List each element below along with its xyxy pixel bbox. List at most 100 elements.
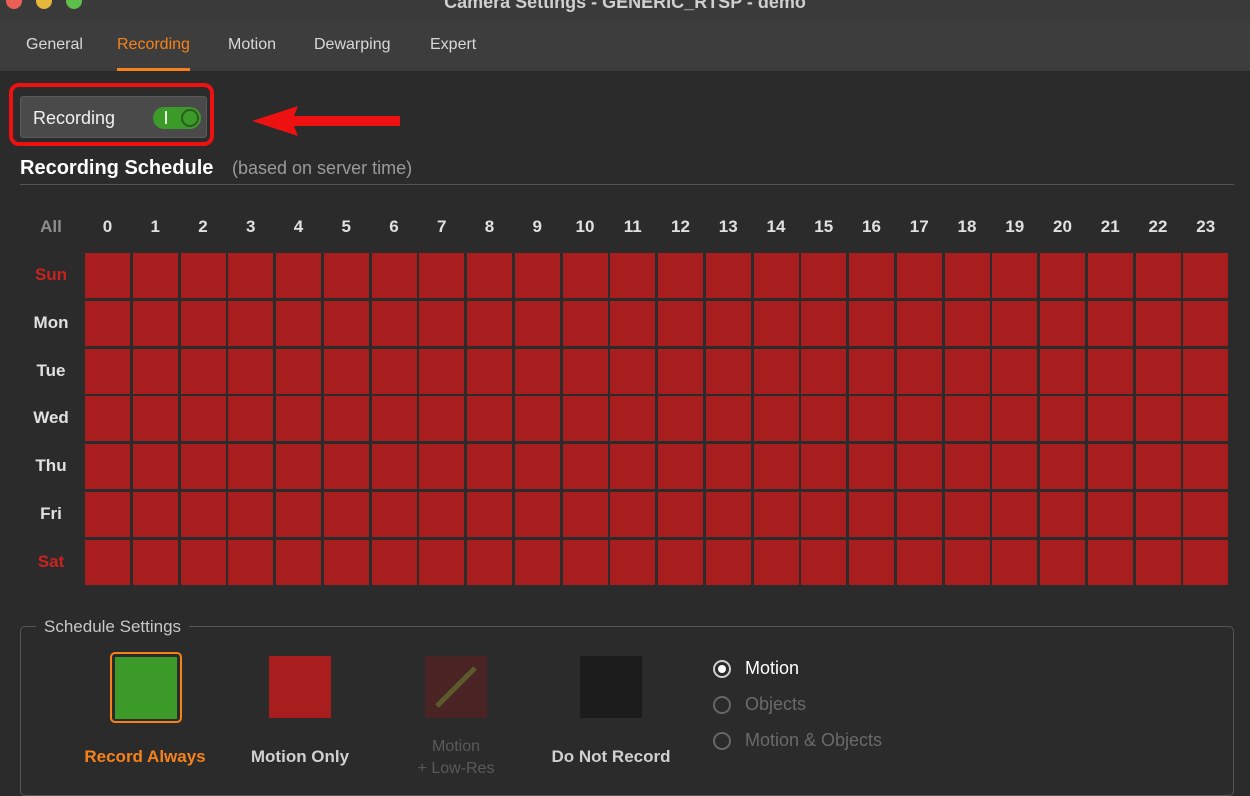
schedule-cell[interactable] (419, 396, 465, 442)
schedule-cell[interactable] (705, 348, 751, 394)
hour-header[interactable]: 14 (756, 217, 796, 237)
schedule-cell[interactable] (419, 444, 465, 489)
hour-header[interactable]: 15 (804, 217, 844, 237)
day-header[interactable]: Mon (24, 313, 78, 333)
schedule-cell[interactable] (467, 348, 512, 394)
schedule-cell[interactable] (85, 253, 130, 298)
tab-recording[interactable]: Recording (117, 36, 190, 71)
recording-toggle-button[interactable]: Recording (20, 96, 207, 138)
schedule-cell[interactable] (610, 396, 656, 442)
schedule-cell[interactable] (753, 444, 799, 489)
schedule-cell[interactable] (180, 348, 226, 394)
schedule-cell[interactable] (992, 539, 1038, 585)
schedule-cell[interactable] (562, 396, 608, 442)
schedule-cell[interactable] (85, 491, 130, 537)
schedule-cell[interactable] (180, 539, 226, 585)
schedule-cell[interactable] (658, 396, 703, 442)
hour-header[interactable]: 23 (1186, 217, 1226, 237)
hour-header[interactable]: 3 (231, 217, 271, 237)
schedule-cell[interactable] (801, 300, 847, 346)
schedule-cell[interactable] (85, 396, 130, 442)
schedule-cell[interactable] (562, 300, 608, 346)
schedule-cell[interactable] (944, 300, 990, 346)
schedule-cell[interactable] (610, 348, 656, 394)
schedule-cell[interactable] (849, 253, 894, 298)
schedule-cell[interactable] (944, 539, 990, 585)
day-header[interactable]: Sun (24, 265, 78, 285)
schedule-cell[interactable] (467, 253, 512, 298)
schedule-cell[interactable] (323, 300, 369, 346)
schedule-cell[interactable] (1087, 253, 1133, 298)
schedule-cell[interactable] (801, 396, 847, 442)
schedule-cell[interactable] (323, 348, 369, 394)
hour-header[interactable]: 17 (899, 217, 939, 237)
schedule-cell[interactable] (467, 491, 512, 537)
schedule-cell[interactable] (610, 253, 656, 298)
schedule-cell[interactable] (658, 348, 703, 394)
schedule-cell[interactable] (1135, 348, 1181, 394)
hour-header[interactable]: 22 (1138, 217, 1178, 237)
schedule-cell[interactable] (1040, 300, 1085, 346)
hour-header[interactable]: 8 (470, 217, 510, 237)
schedule-cell[interactable] (323, 539, 369, 585)
schedule-cell[interactable] (1183, 300, 1229, 346)
schedule-cell[interactable] (658, 444, 703, 489)
schedule-cell[interactable] (562, 539, 608, 585)
schedule-cell[interactable] (705, 300, 751, 346)
schedule-cell[interactable] (705, 539, 751, 585)
hour-header[interactable]: 1 (135, 217, 175, 237)
schedule-cell[interactable] (1135, 300, 1181, 346)
schedule-cell[interactable] (371, 444, 417, 489)
schedule-cell[interactable] (610, 539, 656, 585)
schedule-cell[interactable] (658, 491, 703, 537)
schedule-cell[interactable] (1135, 539, 1181, 585)
schedule-cell[interactable] (371, 253, 417, 298)
schedule-cell[interactable] (467, 539, 512, 585)
schedule-cell[interactable] (753, 491, 799, 537)
tab-expert[interactable]: Expert (430, 36, 476, 68)
schedule-cell[interactable] (849, 539, 894, 585)
schedule-cell[interactable] (1040, 348, 1085, 394)
do-not-record-swatch[interactable] (580, 656, 642, 718)
schedule-cell[interactable] (132, 253, 178, 298)
schedule-cell[interactable] (1135, 396, 1181, 442)
day-header[interactable]: Wed (24, 408, 78, 428)
schedule-cell[interactable] (228, 539, 274, 585)
hour-header[interactable]: 20 (1043, 217, 1083, 237)
schedule-cell[interactable] (276, 539, 321, 585)
schedule-cell[interactable] (753, 300, 799, 346)
schedule-cell[interactable] (371, 348, 417, 394)
schedule-cell[interactable] (228, 348, 274, 394)
hour-header[interactable]: 5 (326, 217, 366, 237)
schedule-cell[interactable] (276, 396, 321, 442)
schedule-cell[interactable] (180, 253, 226, 298)
schedule-cell[interactable] (705, 491, 751, 537)
schedule-cell[interactable] (753, 253, 799, 298)
schedule-cell[interactable] (849, 396, 894, 442)
schedule-cell[interactable] (658, 539, 703, 585)
schedule-cell[interactable] (896, 444, 942, 489)
hour-header[interactable]: 10 (565, 217, 605, 237)
hour-header[interactable]: 13 (708, 217, 748, 237)
schedule-cell[interactable] (1183, 253, 1229, 298)
schedule-cell[interactable] (992, 253, 1038, 298)
schedule-cell[interactable] (228, 396, 274, 442)
hour-header[interactable]: 21 (1090, 217, 1130, 237)
record-always-label[interactable]: Record Always (75, 747, 215, 767)
schedule-cell[interactable] (276, 491, 321, 537)
schedule-cell[interactable] (132, 444, 178, 489)
tab-general[interactable]: General (26, 36, 83, 68)
schedule-cell[interactable] (180, 396, 226, 442)
schedule-cell[interactable] (180, 300, 226, 346)
schedule-cell[interactable] (896, 253, 942, 298)
day-header[interactable]: Sat (24, 552, 78, 572)
schedule-cell[interactable] (228, 491, 274, 537)
schedule-cell[interactable] (849, 300, 894, 346)
schedule-cell[interactable] (944, 396, 990, 442)
schedule-cell[interactable] (467, 444, 512, 489)
schedule-cell[interactable] (371, 300, 417, 346)
schedule-cell[interactable] (849, 491, 894, 537)
schedule-cell[interactable] (753, 348, 799, 394)
schedule-cell[interactable] (467, 396, 512, 442)
schedule-cell[interactable] (514, 253, 560, 298)
